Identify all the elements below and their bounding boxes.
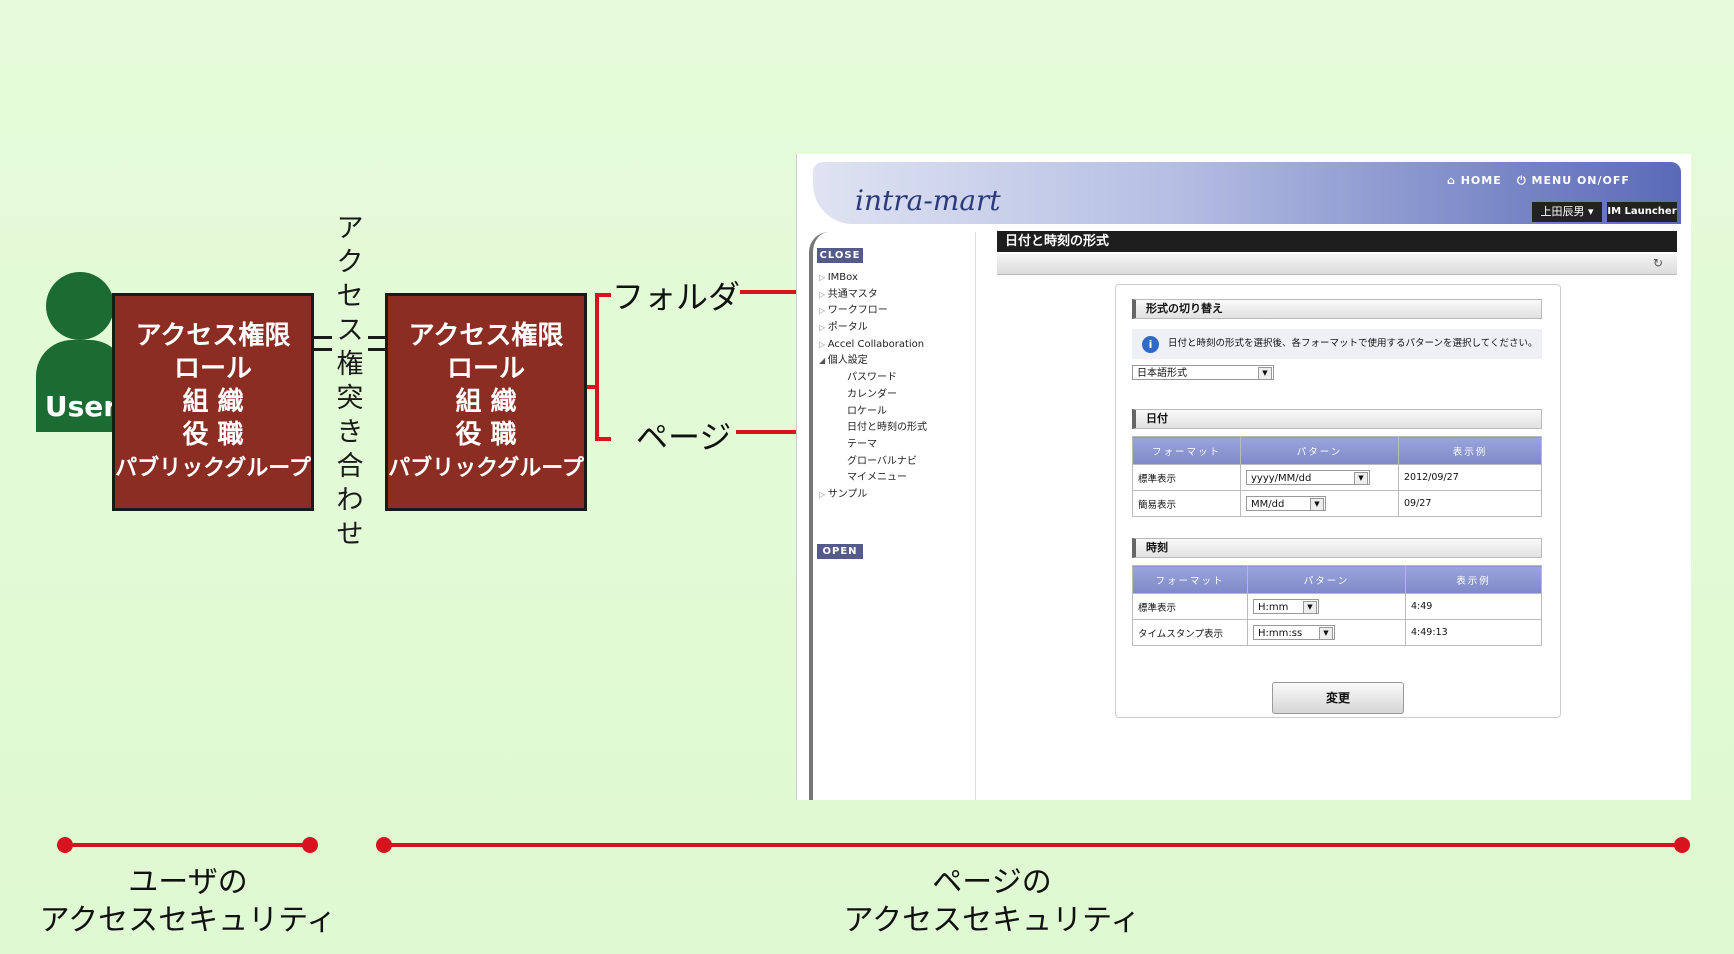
user-security-caption: ユーザの アクセスセキュリティ — [39, 865, 337, 938]
info-message: i 日付と時刻の形式を選択後、各フォーマットで使用するパターンを選択してください… — [1132, 329, 1542, 359]
table-row: 標準表示 H:mm ▼ 4:49 — [1132, 593, 1542, 620]
time-format-table: フォーマット パターン 表示例 標準表示 H:mm ▼ 4:49 タイムスタンプ… — [1132, 565, 1542, 646]
menu-item[interactable]: マイメニュー — [819, 470, 969, 487]
chevron-down-icon: ▼ — [1303, 601, 1317, 614]
home-icon: ⌂ — [1447, 174, 1461, 187]
box-line: 役 職 — [455, 419, 517, 450]
box-line: 組 織 — [455, 386, 517, 417]
menu-item[interactable]: Accel Collaboration — [819, 337, 969, 354]
col-format: フォーマット — [1132, 436, 1241, 465]
chevron-down-icon: ▼ — [1258, 367, 1272, 380]
scope-dot — [57, 837, 73, 853]
menu-item[interactable]: カレンダー — [819, 387, 969, 404]
connector-line — [368, 336, 386, 339]
chevron-down-icon: ▼ — [1310, 498, 1324, 511]
folder-label: フォルダ — [612, 278, 741, 316]
info-icon: i — [1142, 336, 1159, 353]
menu-item[interactable]: パスワード — [819, 370, 969, 387]
match-label: ア ク セ ス 権 突 き 合 わ せ — [336, 213, 364, 550]
open-button[interactable]: OPEN — [817, 544, 863, 559]
box-line: ロール — [173, 353, 252, 384]
table-row: 簡易表示 MM/dd ▼ 09/27 — [1132, 490, 1542, 517]
settings-panel: 形式の切り替え i 日付と時刻の形式を選択後、各フォーマットで使用するパターンを… — [1115, 284, 1561, 718]
home-link[interactable]: ⌂ HOME — [1447, 174, 1502, 187]
menu-item[interactable]: 個人設定 — [819, 353, 969, 370]
page-title: 日付と時刻の形式 — [997, 231, 1677, 252]
scope-dot — [1674, 837, 1690, 853]
user-scope-line — [64, 843, 310, 847]
user-head-icon — [46, 272, 114, 340]
close-button[interactable]: CLOSE — [817, 248, 863, 263]
bracket-top — [595, 293, 611, 297]
col-example: 表示例 — [1405, 565, 1542, 594]
menu-item[interactable]: IMBox — [819, 270, 969, 287]
menu-item[interactable]: テーマ — [819, 437, 969, 454]
format-select[interactable]: 日本語形式 ▼ — [1132, 365, 1274, 380]
refresh-icon[interactable]: ↻ — [1653, 256, 1663, 270]
scope-dot — [302, 837, 318, 853]
menu-item[interactable]: 共通マスタ — [819, 287, 969, 304]
menu-item[interactable]: ロケール — [819, 404, 969, 421]
pattern-select[interactable]: H:mm:ss ▼ — [1253, 625, 1335, 640]
menu-item-selected[interactable]: 日付と時刻の形式 — [819, 420, 969, 437]
connector-line — [314, 336, 332, 339]
menu-tree: IMBox 共通マスタ ワークフロー ポータル Accel Collaborat… — [819, 270, 969, 504]
scope-dot — [376, 837, 392, 853]
change-button[interactable]: 変更 — [1272, 682, 1404, 714]
im-launcher-button[interactable]: IM Launcher — [1607, 202, 1677, 222]
power-icon: ⏻ — [1517, 174, 1532, 187]
page-toolbar: ↻ — [997, 254, 1677, 275]
intra-mart-logo: intra-mart — [855, 184, 1001, 217]
page-security-caption: ページの アクセスセキュリティ — [843, 865, 1141, 938]
date-format-table: フォーマット パターン 表示例 標準表示 yyyy/MM/dd ▼ 2012/0… — [1132, 436, 1542, 517]
box-line: パブリックグループ — [388, 455, 584, 481]
page-scope-line — [384, 843, 1682, 847]
connector-line — [314, 348, 332, 351]
chevron-down-icon: ▼ — [1319, 627, 1333, 640]
box-line: アクセス権限 — [408, 320, 564, 351]
sidebar-menu: CLOSE IMBox 共通マスタ ワークフロー ポータル Accel Coll… — [809, 232, 976, 800]
pattern-select[interactable]: yyyy/MM/dd ▼ — [1246, 470, 1370, 485]
date-section-header: 日付 — [1132, 409, 1542, 429]
bracket-vertical — [595, 293, 599, 441]
page-label: ページ — [636, 418, 732, 456]
col-pattern: パターン — [1240, 436, 1399, 465]
bracket-bottom — [595, 437, 611, 441]
box-line: パブリックグループ — [115, 455, 311, 481]
pattern-select[interactable]: MM/dd ▼ — [1246, 496, 1326, 511]
intra-mart-screenshot: intra-mart ⌂ HOME ⏻ MENU ON/OFF 上田辰男 ▾ I… — [796, 154, 1691, 800]
chevron-down-icon: ▼ — [1354, 472, 1368, 485]
switch-section-header: 形式の切り替え — [1132, 299, 1542, 319]
table-row: タイムスタンプ表示 H:mm:ss ▼ 4:49:13 — [1132, 619, 1542, 646]
box-line: 組 織 — [182, 386, 244, 417]
pattern-select[interactable]: H:mm ▼ — [1253, 599, 1319, 614]
time-section-header: 時刻 — [1132, 538, 1542, 558]
caret-down-icon: ▾ — [1587, 205, 1594, 218]
menu-item[interactable]: グローバルナビ — [819, 454, 969, 471]
col-format: フォーマット — [1132, 565, 1248, 594]
page-permissions-box: アクセス権限 ロール 組 織 役 職 パブリックグループ — [385, 293, 587, 511]
box-line: アクセス権限 — [135, 320, 291, 351]
menu-item[interactable]: ワークフロー — [819, 303, 969, 320]
menu-item[interactable]: ポータル — [819, 320, 969, 337]
menu-toggle-link[interactable]: ⏻ MENU ON/OFF — [1517, 174, 1630, 188]
col-pattern: パターン — [1247, 565, 1406, 594]
box-line: 役 職 — [182, 419, 244, 450]
box-line: ロール — [446, 353, 525, 384]
table-row: 標準表示 yyyy/MM/dd ▼ 2012/09/27 — [1132, 464, 1542, 491]
col-example: 表示例 — [1398, 436, 1542, 465]
connector-line — [368, 348, 386, 351]
user-permissions-box: アクセス権限 ロール 組 織 役 職 パブリックグループ — [112, 293, 314, 511]
user-menu-dropdown[interactable]: 上田辰男 ▾ — [1532, 202, 1602, 222]
menu-item[interactable]: サンプル — [819, 487, 969, 504]
